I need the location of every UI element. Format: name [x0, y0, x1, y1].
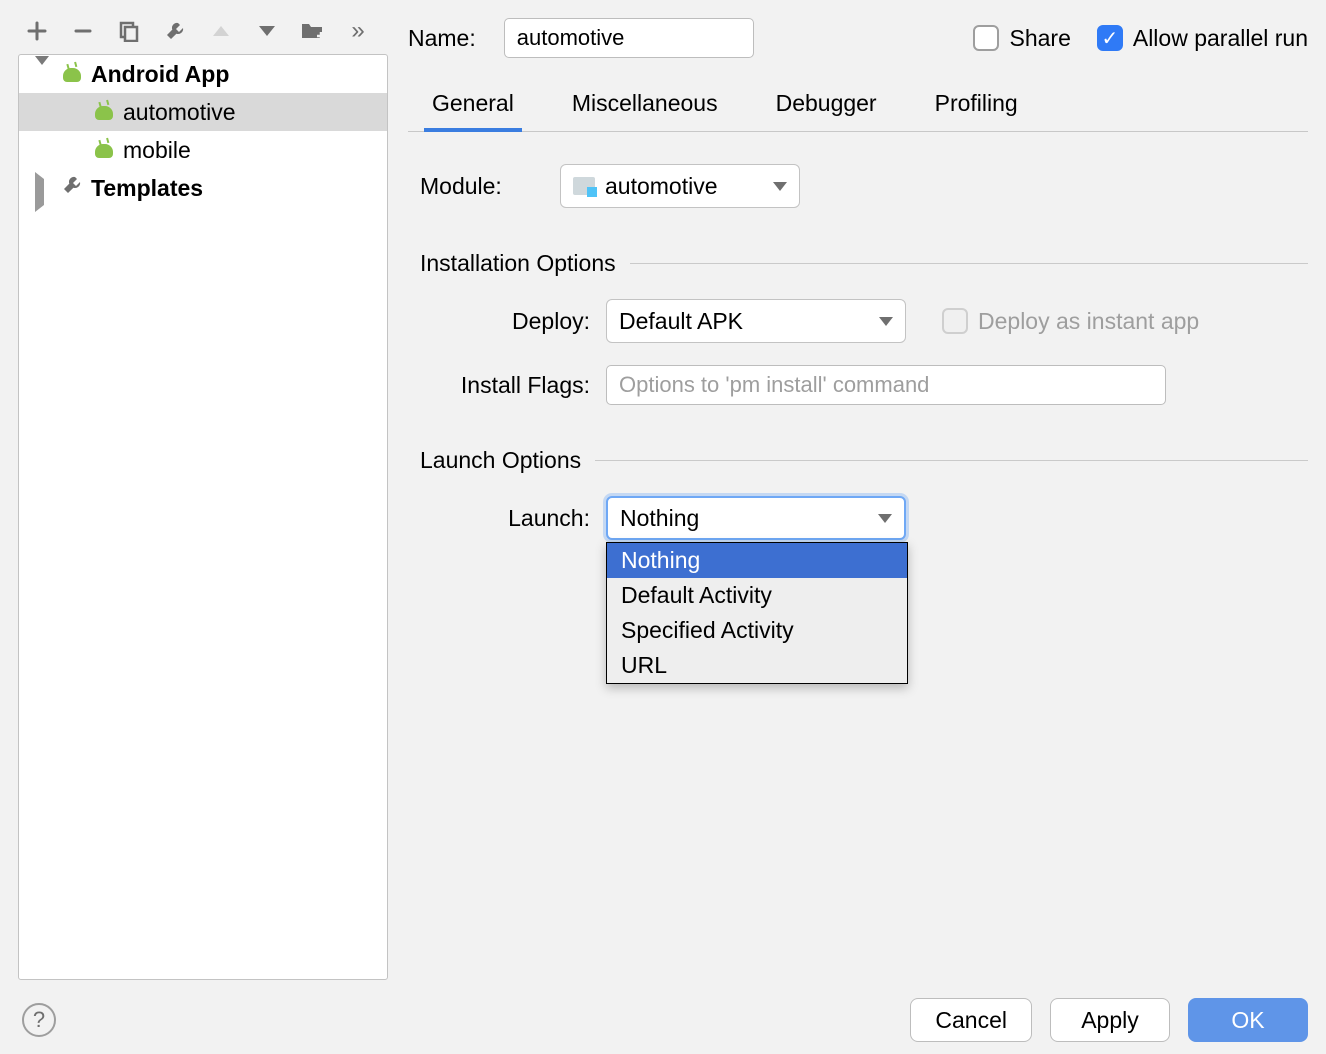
caret-right-icon: [35, 179, 53, 197]
more-button[interactable]: »: [346, 18, 372, 44]
module-value: automotive: [605, 173, 718, 200]
launch-combo[interactable]: Nothing: [606, 496, 906, 540]
launch-option-url[interactable]: URL: [607, 648, 907, 683]
tree-group-label: Android App: [91, 61, 229, 88]
launch-option-specified-activity[interactable]: Specified Activity: [607, 613, 907, 648]
new-folder-button[interactable]: [300, 18, 326, 44]
tab-profiling[interactable]: Profiling: [931, 90, 1022, 131]
tab-miscellaneous[interactable]: Miscellaneous: [568, 90, 722, 131]
launch-label: Launch:: [440, 505, 590, 532]
copy-button[interactable]: [116, 18, 142, 44]
chevron-down-icon: [878, 514, 892, 523]
launch-dropdown[interactable]: Nothing Default Activity Specified Activ…: [606, 542, 908, 684]
module-label: Module:: [420, 173, 560, 200]
apply-button[interactable]: Apply: [1050, 998, 1170, 1042]
launch-option-default-activity[interactable]: Default Activity: [607, 578, 907, 613]
move-down-button[interactable]: [254, 18, 280, 44]
checkbox-icon: [973, 25, 999, 51]
launch-value: Nothing: [620, 505, 699, 532]
caret-down-icon: [35, 65, 53, 83]
instant-app-label: Deploy as instant app: [978, 308, 1199, 335]
tree-group-label: Templates: [91, 175, 203, 202]
installation-options-title: Installation Options: [420, 250, 616, 277]
tree-group-templates[interactable]: Templates: [19, 169, 387, 207]
tree-group-android-app[interactable]: Android App: [19, 55, 387, 93]
configurations-tree[interactable]: Android App automotive mobile Templates: [18, 54, 388, 980]
allow-parallel-checkbox[interactable]: ✓ Allow parallel run: [1097, 25, 1308, 52]
allow-parallel-label: Allow parallel run: [1133, 25, 1308, 52]
ok-button[interactable]: OK: [1188, 998, 1308, 1042]
instant-app-checkbox: Deploy as instant app: [942, 308, 1199, 335]
wrench-icon: [61, 174, 83, 202]
checkbox-disabled-icon: [942, 308, 968, 334]
divider: [630, 263, 1308, 264]
wrench-icon[interactable]: [162, 18, 188, 44]
tree-item-label: mobile: [123, 137, 191, 164]
share-checkbox[interactable]: Share: [973, 25, 1070, 52]
launch-options-title: Launch Options: [420, 447, 581, 474]
tabs: General Miscellaneous Debugger Profiling: [408, 66, 1308, 132]
chevron-down-icon: [879, 317, 893, 326]
divider: [595, 460, 1308, 461]
move-up-button: [208, 18, 234, 44]
install-flags-input[interactable]: [606, 365, 1166, 405]
deploy-label: Deploy:: [440, 308, 590, 335]
checkbox-checked-icon: ✓: [1097, 25, 1123, 51]
share-label: Share: [1009, 25, 1070, 52]
add-button[interactable]: [24, 18, 50, 44]
launch-option-nothing[interactable]: Nothing: [607, 543, 907, 578]
config-toolbar: »: [18, 14, 388, 54]
name-input[interactable]: [504, 18, 754, 58]
module-folder-icon: [573, 177, 595, 195]
android-icon: [93, 140, 115, 160]
tree-item-mobile[interactable]: mobile: [19, 131, 387, 169]
module-combo[interactable]: automotive: [560, 164, 800, 208]
remove-button[interactable]: [70, 18, 96, 44]
tree-item-automotive[interactable]: automotive: [19, 93, 387, 131]
install-flags-label: Install Flags:: [440, 372, 590, 399]
deploy-combo[interactable]: Default APK: [606, 299, 906, 343]
tree-item-label: automotive: [123, 99, 236, 126]
cancel-button[interactable]: Cancel: [910, 998, 1032, 1042]
chevron-down-icon: [773, 182, 787, 191]
help-button[interactable]: ?: [22, 1003, 56, 1037]
name-label: Name:: [408, 25, 476, 52]
android-icon: [61, 64, 83, 84]
deploy-value: Default APK: [619, 308, 743, 335]
tab-general[interactable]: General: [428, 90, 518, 131]
tab-debugger[interactable]: Debugger: [772, 90, 881, 131]
android-icon: [93, 102, 115, 122]
